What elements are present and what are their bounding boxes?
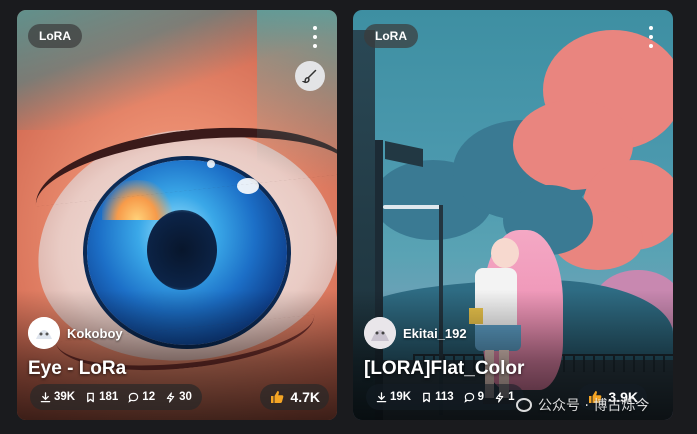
model-type-badge: LoRA <box>364 24 418 48</box>
model-stats: 39K 181 12 30 <box>30 384 202 410</box>
wechat-logo-icon <box>516 398 532 412</box>
bolt-icon <box>495 391 504 403</box>
avatar[interactable] <box>364 317 396 349</box>
model-card-flat-color[interactable]: LoRA Ekitai_192 [LORA]Flat_Color 19K 113… <box>353 10 673 420</box>
bookmark-icon <box>423 392 431 402</box>
model-stats: 19K 113 9 1 <box>366 384 525 410</box>
download-icon <box>376 391 387 402</box>
bookmark-count: 181 <box>85 391 118 403</box>
watermark: 公众号 · 博古烁今 <box>516 395 649 415</box>
thumbs-up-icon <box>271 391 284 403</box>
comment-icon <box>464 392 474 403</box>
buzz-count: 1 <box>494 391 514 403</box>
avatar[interactable] <box>28 317 60 349</box>
comment-count: 9 <box>464 391 484 403</box>
model-gallery: LoRA Kokoboy Eye - LoRa 39K 181 12 30 4.… <box>0 0 697 434</box>
bolt-icon <box>166 391 175 403</box>
bookmark-icon <box>87 392 95 402</box>
more-vertical-icon[interactable] <box>647 26 655 48</box>
creator-info[interactable]: Kokoboy <box>28 317 123 349</box>
creator-info[interactable]: Ekitai_192 <box>364 317 467 349</box>
download-count: 19K <box>376 391 411 403</box>
more-vertical-icon[interactable] <box>311 26 319 48</box>
model-title[interactable]: [LORA]Flat_Color <box>364 358 524 380</box>
model-card-eye-lora[interactable]: LoRA Kokoboy Eye - LoRa 39K 181 12 30 4.… <box>17 10 337 420</box>
creator-username[interactable]: Ekitai_192 <box>403 326 467 341</box>
download-count: 39K <box>40 391 75 403</box>
bookmark-count: 113 <box>421 391 454 403</box>
model-title[interactable]: Eye - LoRa <box>28 358 126 380</box>
like-count-button[interactable]: 4.7K <box>260 384 329 410</box>
brush-icon[interactable] <box>295 61 325 91</box>
model-type-badge: LoRA <box>28 24 82 48</box>
buzz-count: 30 <box>165 391 192 403</box>
download-icon <box>40 391 51 402</box>
comment-count: 12 <box>128 391 155 403</box>
creator-username[interactable]: Kokoboy <box>67 326 123 341</box>
comment-icon <box>128 392 139 403</box>
